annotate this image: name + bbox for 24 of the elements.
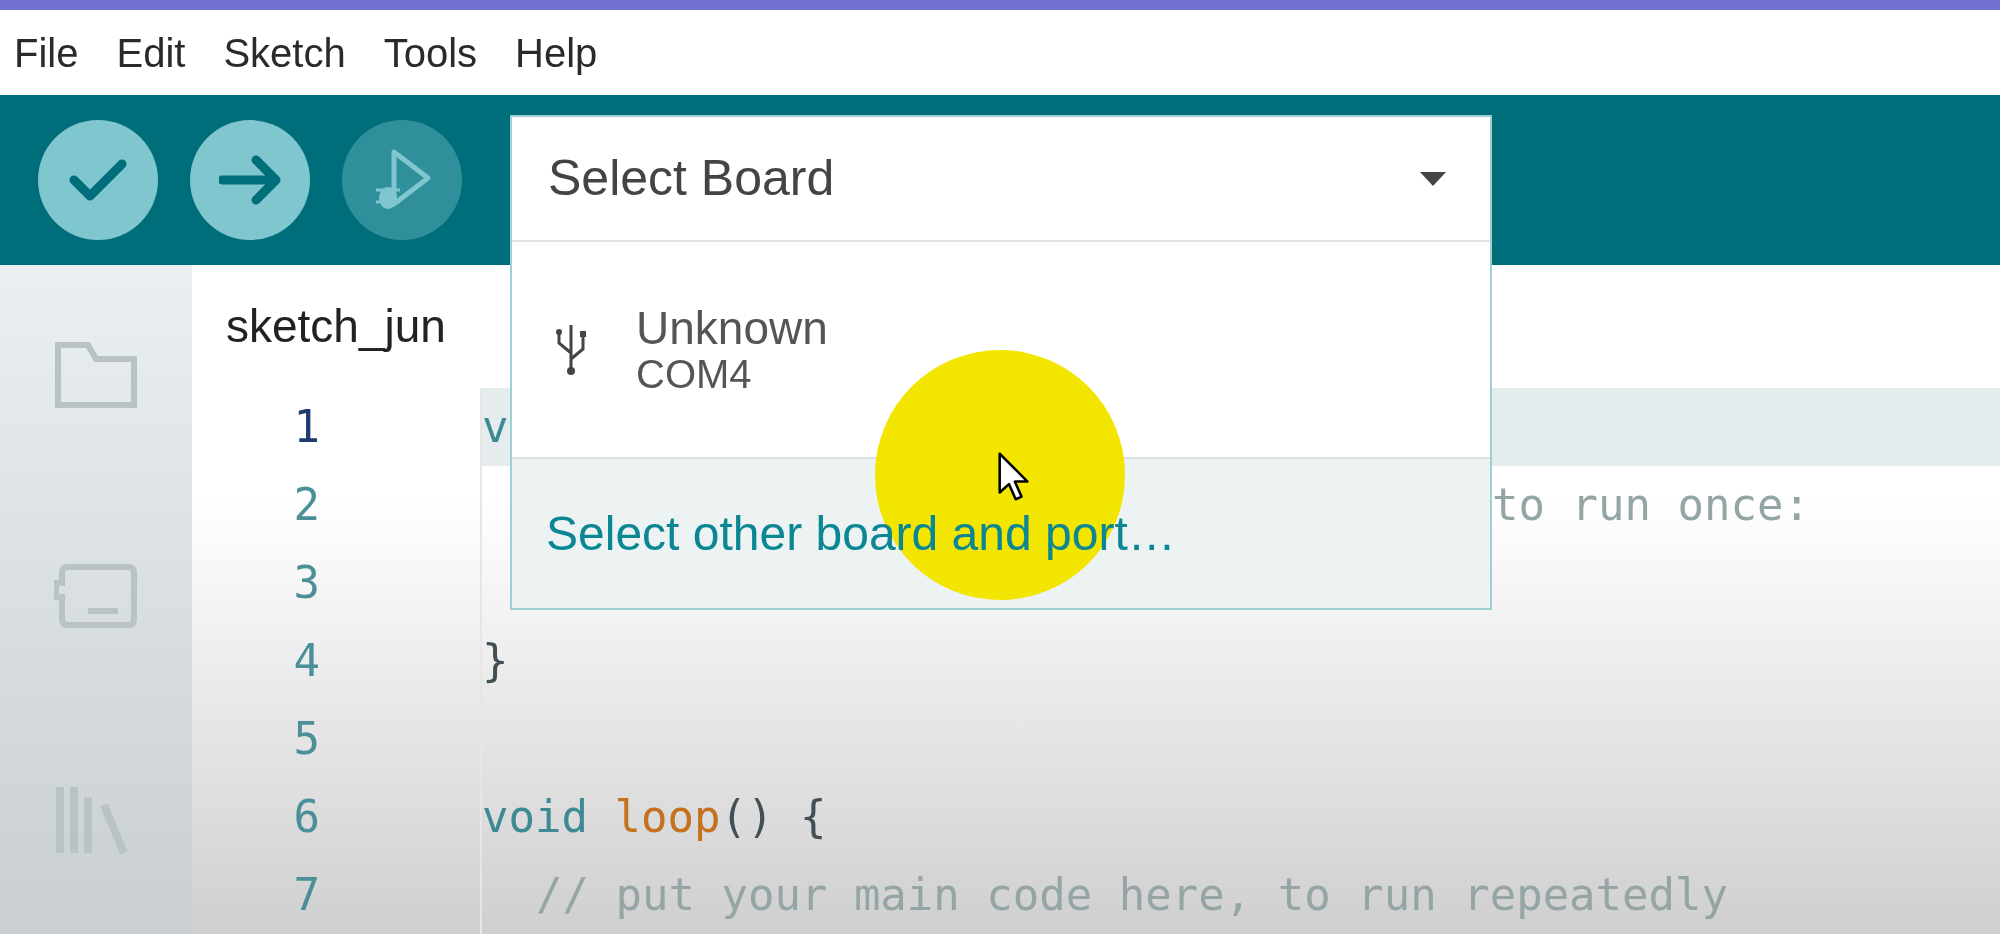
menu-item[interactable]: Tools [383,22,478,83]
menu-item[interactable]: Sketch [223,22,346,83]
line-number: 7 [292,868,321,922]
sketch-tab[interactable]: sketch_jun [226,292,446,361]
line-number: 3 [292,556,321,610]
caret-icon [1420,171,1446,186]
code-line: to run once: [1492,478,1810,532]
menu-item[interactable]: Help [515,22,598,83]
code-line: // put your main code here, to run repeatedly [536,868,1729,922]
board-select-label[interactable]: Select Board [548,141,835,216]
code-line: v [482,400,509,454]
line-number: 2 [292,478,321,532]
port-board-name: Unknown [636,304,828,353]
menu-item[interactable]: File [14,22,79,83]
line-number: 4 [292,634,321,688]
line-number: 1 [292,400,321,454]
port-name: COM4 [636,352,753,395]
line-number: 6 [292,790,321,844]
pointer-icon [998,452,1030,501]
line-number: 5 [292,712,321,766]
code-line: void loop() { [482,790,827,844]
code-line: } [482,634,509,688]
usb-icon [554,322,588,377]
menu-item[interactable]: Edit [116,22,186,83]
